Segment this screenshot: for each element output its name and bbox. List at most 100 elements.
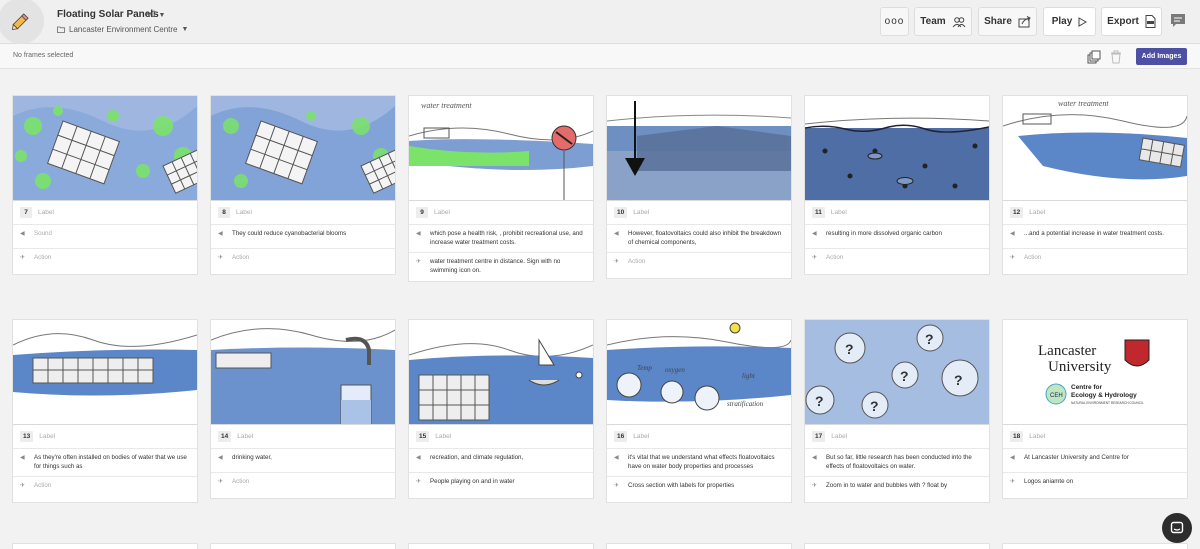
frame-image[interactable]: Lancaster University CEH Centre for Ecol… bbox=[1003, 320, 1187, 424]
frame-label[interactable]: Label bbox=[1029, 208, 1045, 217]
sound-field[interactable]: ◀ ...and a potential increase in water t… bbox=[1003, 224, 1187, 248]
frame-card[interactable]: 8 Label ◀ They could reduce cyanobacteri… bbox=[210, 95, 396, 275]
frame-card-partial[interactable] bbox=[804, 543, 990, 549]
frame-image[interactable]: water treatment bbox=[1003, 96, 1187, 200]
comments-button[interactable] bbox=[1170, 13, 1186, 34]
action-field[interactable]: ✈ Action bbox=[13, 248, 197, 274]
sound-field[interactable]: ◀ They could reduce cyanobacterial bloom… bbox=[211, 224, 395, 248]
play-button[interactable]: Play bbox=[1043, 7, 1096, 36]
sound-field[interactable]: ◀ As they're often installed on bodies o… bbox=[13, 448, 197, 476]
frame-image[interactable]: water treatment bbox=[409, 96, 593, 200]
frame-card-partial[interactable] bbox=[408, 543, 594, 549]
sound-field[interactable]: ◀ However, floatovoltaics could also inh… bbox=[607, 224, 791, 252]
export-label: Export bbox=[1107, 16, 1139, 27]
frame-image[interactable] bbox=[211, 96, 395, 200]
frame-label-row[interactable]: 11 Label bbox=[805, 200, 989, 224]
version-selector[interactable]: v1 ▼ bbox=[147, 9, 165, 19]
frame-card[interactable]: 13 Label ◀ As they're often installed on… bbox=[12, 319, 198, 504]
frame-label-row[interactable]: 7 Label bbox=[13, 200, 197, 224]
frame-image[interactable] bbox=[805, 96, 989, 200]
frame-label[interactable]: Label bbox=[435, 432, 451, 441]
more-button[interactable]: ooo bbox=[880, 7, 909, 36]
app-logo[interactable] bbox=[0, 0, 44, 44]
frame-card[interactable]: 14 Label ◀ drinking water, ✈ Action bbox=[210, 319, 396, 499]
frame-image[interactable]: Temp oxygen light stratification bbox=[607, 320, 791, 424]
export-button[interactable]: Export bbox=[1101, 7, 1162, 36]
frame-card[interactable]: water treatment 12 Label ◀ ...and a pote… bbox=[1002, 95, 1188, 275]
frame-card-partial[interactable] bbox=[210, 543, 396, 549]
action-field[interactable]: ✈ Cross section with labels for properti… bbox=[607, 476, 791, 502]
frame-image[interactable]: ?????? bbox=[805, 320, 989, 424]
frame-label-row[interactable]: 8 Label bbox=[211, 200, 395, 224]
project-title[interactable]: Floating Solar Panels bbox=[57, 9, 159, 20]
frame-label[interactable]: Label bbox=[434, 208, 450, 217]
share-button[interactable]: Share bbox=[978, 7, 1037, 36]
frame-label[interactable]: Label bbox=[39, 432, 55, 441]
frame-card[interactable]: water treatment 9 Label ◀ which pose a h… bbox=[408, 95, 594, 282]
action-field[interactable]: ✈ Zoom in to water and bubbles with ? fl… bbox=[805, 476, 989, 502]
action-field[interactable]: ✈ People playing on and in water bbox=[409, 472, 593, 498]
frame-card[interactable]: 11 Label ◀ resulting in more dissolved o… bbox=[804, 95, 990, 275]
duplicate-button[interactable] bbox=[1086, 49, 1101, 64]
action-field[interactable]: ✈ Action bbox=[211, 248, 395, 274]
frame-label[interactable]: Label bbox=[831, 432, 847, 441]
frame-card[interactable]: Temp oxygen light stratification 16 Labe… bbox=[606, 319, 792, 504]
action-text: Action bbox=[34, 482, 52, 490]
svg-text:oxygen: oxygen bbox=[665, 366, 685, 374]
sound-field[interactable]: ◀ But so far, little research has been c… bbox=[805, 448, 989, 476]
frame-label[interactable]: Label bbox=[38, 208, 54, 217]
frame-number: 7 bbox=[20, 206, 32, 219]
frame-label-row[interactable]: 16 Label bbox=[607, 424, 791, 448]
frame-label-row[interactable]: 17 Label bbox=[805, 424, 989, 448]
frame-label[interactable]: Label bbox=[237, 432, 253, 441]
share-label: Share bbox=[984, 16, 1012, 27]
frame-image[interactable] bbox=[13, 96, 197, 200]
frame-card[interactable]: ?????? 17 Label ◀ But so far, little res… bbox=[804, 319, 990, 504]
frame-label-row[interactable]: 10 Label bbox=[607, 200, 791, 224]
chevron-down-icon: ▼ bbox=[158, 12, 166, 19]
frame-label[interactable]: Label bbox=[236, 208, 252, 217]
sound-field[interactable]: ◀ which pose a health risk, , prohibit r… bbox=[409, 224, 593, 252]
frame-label-row[interactable]: 13 Label bbox=[13, 424, 197, 448]
action-field[interactable]: ✈ Action bbox=[211, 472, 395, 498]
add-images-button[interactable]: Add Images bbox=[1136, 48, 1187, 65]
team-button[interactable]: Team bbox=[914, 7, 972, 36]
frame-image[interactable] bbox=[607, 96, 791, 200]
sound-field[interactable]: ◀ resulting in more dissolved organic ca… bbox=[805, 224, 989, 248]
frame-label-row[interactable]: 14 Label bbox=[211, 424, 395, 448]
frame-card[interactable]: 7 Label ◀ Sound ✈ Action bbox=[12, 95, 198, 275]
frame-card[interactable]: Lancaster University CEH Centre for Ecol… bbox=[1002, 319, 1188, 499]
frame-label-row[interactable]: 18 Label bbox=[1003, 424, 1187, 448]
action-field[interactable]: ✈ Action bbox=[1003, 248, 1187, 274]
action-field[interactable]: ✈ Action bbox=[607, 252, 791, 278]
frame-card[interactable]: 10 Label ◀ However, floatovoltaics could… bbox=[606, 95, 792, 280]
frame-label-row[interactable]: 12 Label bbox=[1003, 200, 1187, 224]
frame-label[interactable]: Label bbox=[633, 208, 649, 217]
frame-card[interactable]: 15 Label ◀ recreation, and climate regul… bbox=[408, 319, 594, 499]
run-icon: ✈ bbox=[614, 483, 620, 490]
folder-selector[interactable]: Lancaster Environment Centre ▼ bbox=[57, 25, 188, 34]
frame-label[interactable]: Label bbox=[633, 432, 649, 441]
frame-image[interactable] bbox=[409, 320, 593, 424]
frame-card-partial[interactable] bbox=[606, 543, 792, 549]
sound-field[interactable]: ◀ Sound bbox=[13, 224, 197, 248]
action-field[interactable]: ✈ Logos aniamte on bbox=[1003, 472, 1187, 498]
chat-button[interactable] bbox=[1162, 513, 1192, 543]
frame-label-row[interactable]: 9 Label bbox=[409, 200, 593, 224]
frame-label-row[interactable]: 15 Label bbox=[409, 424, 593, 448]
action-field[interactable]: ✈ water treatment centre in distance. Si… bbox=[409, 252, 593, 280]
frame-label[interactable]: Label bbox=[1029, 432, 1045, 441]
frame-card-partial[interactable] bbox=[1002, 543, 1188, 549]
svg-text:?: ? bbox=[900, 368, 909, 384]
frame-label[interactable]: Label bbox=[831, 208, 847, 217]
action-field[interactable]: ✈ Action bbox=[805, 248, 989, 274]
frame-card-partial[interactable] bbox=[12, 543, 198, 549]
delete-button[interactable] bbox=[1108, 49, 1123, 64]
sound-field[interactable]: ◀ recreation, and climate regulation, bbox=[409, 448, 593, 472]
sound-field[interactable]: ◀ drinking water, bbox=[211, 448, 395, 472]
action-field[interactable]: ✈ Action bbox=[13, 476, 197, 502]
frame-image[interactable] bbox=[13, 320, 197, 424]
frame-image[interactable] bbox=[211, 320, 395, 424]
sound-field[interactable]: ◀ At Lancaster University and Centre for bbox=[1003, 448, 1187, 472]
sound-field[interactable]: ◀ it's vital that we understand what eff… bbox=[607, 448, 791, 476]
